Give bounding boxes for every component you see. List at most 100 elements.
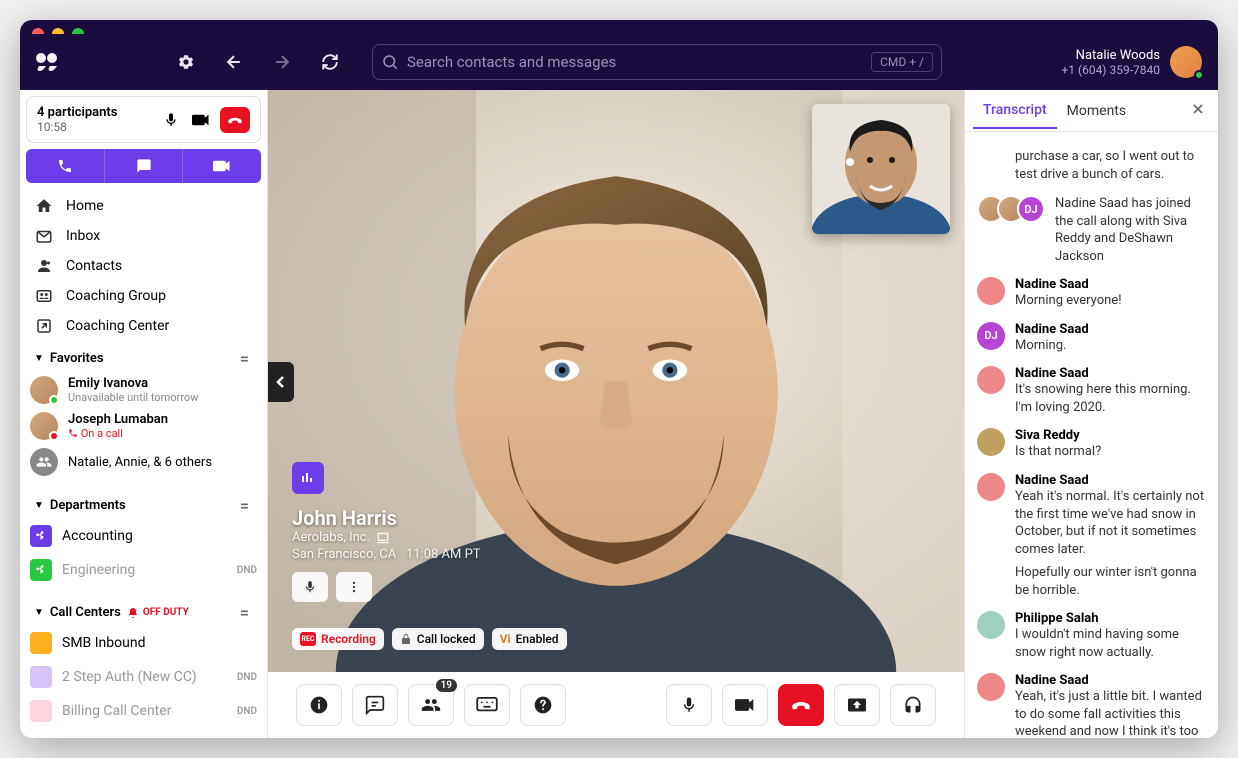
contacts-icon bbox=[34, 257, 54, 275]
search-box[interactable]: CMD + / bbox=[372, 44, 942, 80]
header-bar: CMD + / Natalie Woods +1 (604) 359-7840 bbox=[20, 34, 1218, 90]
mute-participant-button[interactable] bbox=[292, 572, 328, 602]
end-call-button[interactable] bbox=[778, 684, 824, 726]
mic-icon[interactable] bbox=[160, 109, 182, 131]
cc-icon bbox=[30, 700, 52, 722]
avatar: DJ bbox=[977, 322, 1005, 350]
transcript-entry: Siva ReddyIs that normal? bbox=[977, 428, 1206, 461]
nav-inbox[interactable]: Inbox bbox=[20, 221, 267, 251]
transcript-text: Nadine Saad has joined the call along wi… bbox=[1055, 195, 1206, 265]
screenshare-button[interactable] bbox=[834, 684, 880, 726]
help-button[interactable] bbox=[520, 684, 566, 726]
user-name: Natalie Woods bbox=[1061, 48, 1160, 63]
call-controls: 19 bbox=[268, 672, 964, 738]
search-input[interactable] bbox=[407, 53, 871, 71]
user-phone: +1 (604) 359-7840 bbox=[1061, 63, 1160, 77]
active-call-card[interactable]: 4 participants 10:58 bbox=[26, 96, 261, 143]
participants-button[interactable]: 19 bbox=[408, 684, 454, 726]
laptop-icon bbox=[376, 532, 390, 544]
callcenter-item[interactable]: SMB Inbound bbox=[20, 626, 267, 660]
shortcut-hint: CMD + / bbox=[871, 52, 933, 72]
nav-home[interactable]: Home bbox=[20, 191, 267, 221]
dial-button[interactable] bbox=[26, 149, 104, 183]
record-icon: REC bbox=[300, 632, 316, 646]
headset-button[interactable] bbox=[890, 684, 936, 726]
section-menu-icon[interactable]: = bbox=[236, 349, 253, 368]
department-item[interactable]: Accounting bbox=[20, 519, 267, 553]
transcript-entry: purchase a car, so I went out to test dr… bbox=[977, 148, 1206, 183]
nav-coaching-group[interactable]: Coaching Group bbox=[20, 281, 267, 311]
transcript-text: Yeah it's normal. It's certainly not the… bbox=[1015, 488, 1206, 558]
user-info[interactable]: Natalie Woods +1 (604) 359-7840 bbox=[1061, 48, 1160, 77]
nav-coaching-center[interactable]: Coaching Center bbox=[20, 311, 267, 341]
cc-label: 2 Step Auth (New CC) bbox=[62, 669, 227, 685]
favorite-contact[interactable]: Joseph Lumaban On a call bbox=[20, 408, 267, 444]
tab-moments[interactable]: Moments bbox=[1057, 93, 1136, 128]
section-menu-icon[interactable]: = bbox=[236, 603, 253, 622]
tab-transcript[interactable]: Transcript bbox=[973, 92, 1057, 129]
chevron-down-icon[interactable]: ▼ bbox=[34, 607, 44, 618]
mute-button[interactable] bbox=[666, 684, 712, 726]
nav-forward-icon bbox=[264, 44, 300, 80]
avatar bbox=[977, 366, 1005, 394]
nav-label: Contacts bbox=[66, 258, 122, 274]
dept-label: Accounting bbox=[62, 528, 257, 544]
dialpad-button[interactable] bbox=[464, 684, 510, 726]
transcript-entry: Philippe SalahI wouldn't mind having som… bbox=[977, 611, 1206, 661]
chevron-down-icon[interactable]: ▼ bbox=[34, 500, 44, 511]
collapse-sidebar-button[interactable] bbox=[268, 362, 294, 402]
app-window: CMD + / Natalie Woods +1 (604) 359-7840 … bbox=[20, 20, 1218, 738]
app-logo-icon[interactable] bbox=[36, 48, 64, 76]
transcript-entry: Nadine SaadYeah, it's just a little bit.… bbox=[977, 673, 1206, 738]
speaker-name: Nadine Saad bbox=[1015, 366, 1206, 381]
callcenter-item[interactable]: 2 Step Auth (New CC)DND bbox=[20, 660, 267, 694]
search-icon bbox=[381, 53, 399, 71]
vi-enabled-badge: Vi Enabled bbox=[492, 628, 567, 650]
video-icon[interactable] bbox=[190, 109, 212, 131]
self-view-pip[interactable] bbox=[812, 104, 950, 234]
more-participant-button[interactable] bbox=[336, 572, 372, 602]
transcript-list[interactable]: purchase a car, so I went out to test dr… bbox=[965, 132, 1218, 738]
group-item[interactable]: Natalie, Annie, & 6 others bbox=[20, 444, 267, 480]
participants-count-badge: 19 bbox=[436, 679, 457, 692]
cc-icon bbox=[30, 632, 52, 654]
chevron-down-icon[interactable]: ▼ bbox=[34, 353, 44, 364]
avatar[interactable] bbox=[1170, 46, 1202, 78]
refresh-icon[interactable] bbox=[312, 44, 348, 80]
nav-contacts[interactable]: Contacts bbox=[20, 251, 267, 281]
sidebar: 4 participants 10:58 HomeInbox Contacts Co… bbox=[20, 90, 268, 738]
inbox-icon bbox=[34, 227, 54, 245]
participants-count: 4 participants bbox=[37, 105, 152, 120]
speaker-name: Philippe Salah bbox=[1015, 611, 1206, 626]
departments-heading: Departments bbox=[50, 498, 126, 513]
info-button[interactable] bbox=[296, 684, 342, 726]
home-icon bbox=[34, 197, 54, 215]
message-button[interactable] bbox=[104, 149, 183, 183]
close-icon[interactable] bbox=[1186, 97, 1210, 125]
contact-name: Emily Ivanova bbox=[68, 376, 257, 391]
caller-time: 11:08 AM PT bbox=[406, 547, 481, 562]
contact-name: Joseph Lumaban bbox=[68, 412, 257, 427]
settings-icon[interactable] bbox=[168, 44, 204, 80]
avatar-cluster: DJ bbox=[977, 195, 1045, 265]
group-icon bbox=[30, 448, 58, 476]
video-call-button[interactable] bbox=[182, 149, 261, 183]
transcript-text: Yeah, it's just a little bit. I wanted t… bbox=[1015, 688, 1206, 738]
camera-button[interactable] bbox=[722, 684, 768, 726]
callcenter-item[interactable]: Billing Call CenterDND bbox=[20, 694, 267, 728]
department-item[interactable]: EngineeringDND bbox=[20, 553, 267, 587]
transcript-entry: Nadine SaadIt's snowing here this mornin… bbox=[977, 366, 1206, 416]
bell-off-icon bbox=[127, 607, 139, 619]
nav-back-icon[interactable] bbox=[216, 44, 252, 80]
transcript-text: Morning everyone! bbox=[1015, 292, 1206, 310]
cc-label: Billing Call Center bbox=[62, 703, 227, 719]
transcript-text: Morning. bbox=[1015, 337, 1206, 355]
favorites-heading: Favorites bbox=[50, 351, 104, 366]
contact-status: Unavailable until tomorrow bbox=[68, 391, 257, 404]
caller-info: John Harris Aerolabs, Inc. San Francisco… bbox=[292, 462, 481, 602]
chat-button[interactable] bbox=[352, 684, 398, 726]
caller-badge-icon bbox=[292, 462, 324, 494]
favorite-contact[interactable]: Emily IvanovaUnavailable until tomorrow bbox=[20, 372, 267, 408]
section-menu-icon[interactable]: = bbox=[236, 496, 253, 515]
hangup-button[interactable] bbox=[220, 107, 250, 133]
